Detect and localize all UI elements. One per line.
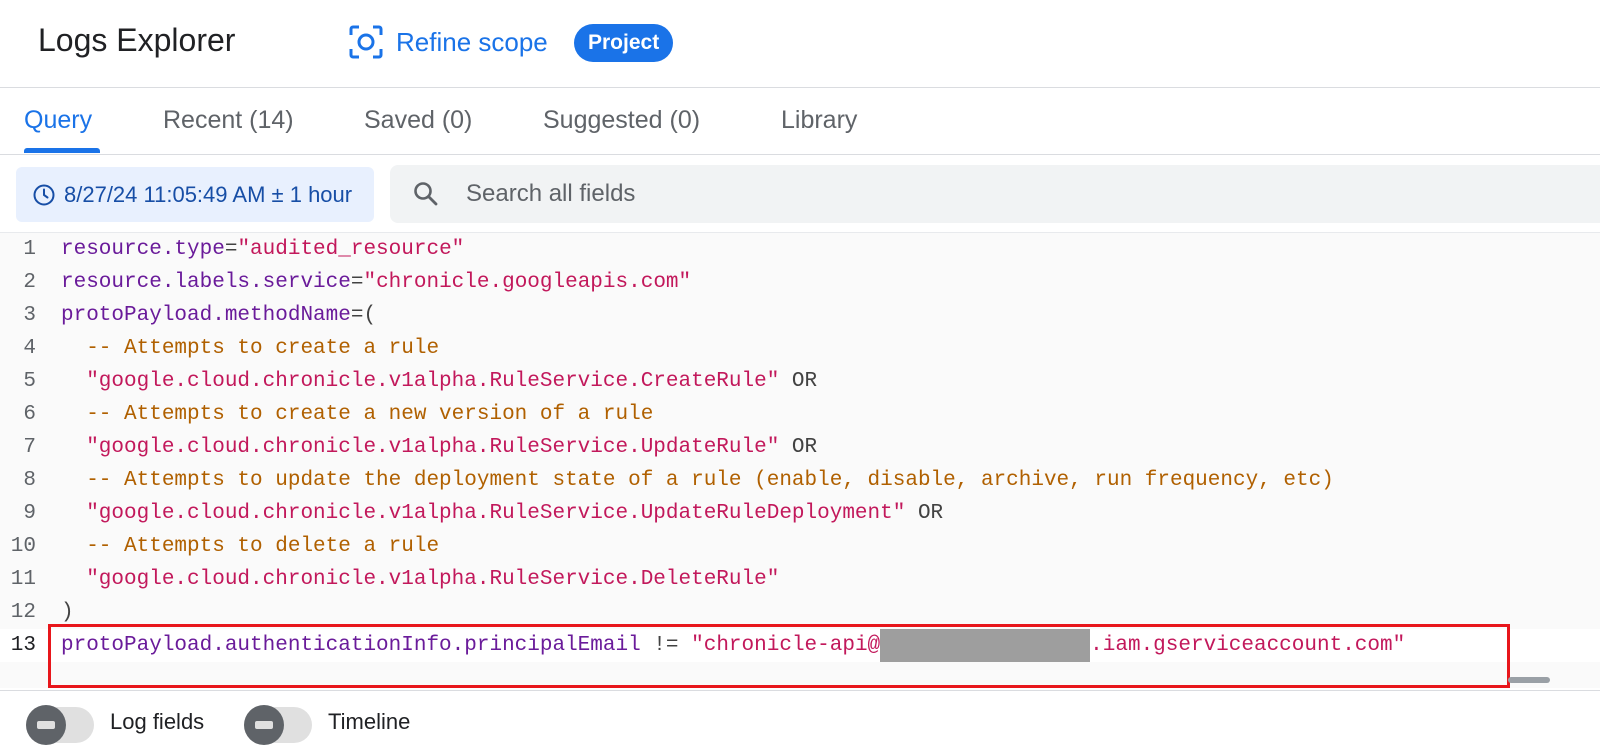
line-number: 7 — [23, 436, 36, 459]
code-comment: -- Attempts to create a rule — [61, 337, 440, 360]
line-number: 5 — [23, 370, 36, 393]
code-comment: -- Attempts to delete a rule — [61, 535, 440, 558]
line-number: 11 — [10, 568, 36, 591]
code-text: -- Attempts to delete a rule — [61, 530, 439, 563]
time-range-button[interactable]: 8/27/24 11:05:49 AM ± 1 hour — [16, 167, 374, 222]
line-number: 12 — [10, 601, 36, 624]
refine-scope-button[interactable]: Refine scope — [348, 22, 548, 62]
timeline-toggle[interactable] — [244, 705, 312, 745]
code-text: resource.labels.service="chronicle.googl… — [61, 266, 691, 299]
code-field: protoPayload.authenticationInfo.principa… — [61, 634, 641, 657]
line-number: 1 — [23, 238, 36, 261]
code-string: "google.cloud.chronicle.v1alpha.RuleServ… — [61, 436, 780, 459]
code-operator: = — [350, 271, 364, 294]
code-operator: OR — [905, 502, 944, 525]
code-text: "google.cloud.chronicle.v1alpha.RuleServ… — [61, 497, 943, 530]
code-line[interactable]: 1 resource.type="audited_resource" — [0, 233, 1600, 266]
top-bar: Logs Explorer Refine scope Project — [0, 0, 1600, 88]
code-text: "google.cloud.chronicle.v1alpha.RuleServ… — [61, 431, 817, 464]
code-comment: -- Attempts to create a new version of a… — [61, 403, 654, 426]
code-operator: ) — [61, 601, 74, 624]
code-field: protoPayload.methodName — [61, 304, 351, 327]
line-number: 3 — [23, 304, 36, 327]
code-field: resource.labels.service — [61, 271, 351, 294]
line-number: 9 — [23, 502, 36, 525]
code-text: -- Attempts to create a new version of a… — [61, 398, 653, 431]
tab-suggested[interactable]: Suggested (0) — [543, 106, 700, 135]
code-string: "google.cloud.chronicle.v1alpha.RuleServ… — [61, 370, 780, 393]
time-range-label: 8/27/24 11:05:49 AM ± 1 hour — [64, 181, 353, 207]
code-text: "google.cloud.chronicle.v1alpha.RuleServ… — [61, 365, 817, 398]
code-operator: =( — [350, 304, 377, 327]
code-line[interactable]: 7 "google.cloud.chronicle.v1alpha.RuleSe… — [0, 431, 1600, 464]
query-editor[interactable]: 1 resource.type="audited_resource" 2 resour… — [0, 232, 1600, 688]
code-line[interactable]: 12) — [0, 596, 1600, 629]
active-tab-indicator — [24, 148, 100, 153]
tab-saved[interactable]: Saved (0) — [364, 106, 472, 135]
line-number: 6 — [23, 403, 36, 426]
line-number: 13 — [10, 634, 36, 657]
code-line[interactable]: 4 -- Attempts to create a rule — [0, 332, 1600, 365]
code-comment: -- Attempts to update the deployment sta… — [61, 469, 1334, 492]
code-text: -- Attempts to create a rule — [61, 332, 439, 365]
code-operator: OR — [779, 436, 818, 459]
line-number: 2 — [23, 271, 36, 294]
code-text: protoPayload.methodName=( — [61, 299, 376, 332]
page-title: Logs Explorer — [38, 22, 236, 58]
line-number: 8 — [23, 469, 36, 492]
code-line[interactable]: 9 "google.cloud.chronicle.v1alpha.RuleSe… — [0, 497, 1600, 530]
search-icon — [414, 182, 438, 206]
log-fields-toggle[interactable] — [26, 705, 94, 745]
code-field: resource.type — [61, 238, 225, 261]
code-line[interactable]: 6 -- Attempts to create a new version of… — [0, 398, 1600, 431]
code-string: "audited_resource" — [237, 238, 465, 261]
tab-query[interactable]: Query — [24, 106, 92, 135]
scope-badge: Project — [574, 24, 674, 62]
code-line[interactable]: 8 -- Attempts to update the deployment s… — [0, 464, 1600, 497]
code-string: "google.cloud.chronicle.v1alpha.RuleServ… — [61, 568, 780, 591]
toggle-knob — [26, 705, 66, 745]
line-number: 10 — [10, 535, 36, 558]
search-input[interactable] — [464, 179, 1468, 209]
code-text: "google.cloud.chronicle.v1alpha.RuleServ… — [61, 563, 779, 596]
code-line[interactable]: 2 resource.labels.service="chronicle.goog… — [0, 266, 1600, 299]
redacted-block — [880, 629, 1091, 662]
tab-library[interactable]: Library — [781, 106, 857, 135]
code-operator: != — [640, 634, 692, 657]
code-line[interactable]: 10 -- Attempts to delete a rule — [0, 530, 1600, 563]
query-tabs: Query Recent (14) Saved (0) Suggested (0… — [0, 88, 1600, 155]
code-string: "google.cloud.chronicle.v1alpha.RuleServ… — [61, 502, 906, 525]
code-line[interactable]: 11 "google.cloud.chronicle.v1alpha.RuleS… — [0, 563, 1600, 596]
code-operator: = — [224, 238, 238, 261]
focus-scope-icon — [349, 25, 383, 59]
code-text: -- Attempts to update the deployment sta… — [61, 464, 1334, 497]
code-string: "chronicle-api@ — [691, 634, 881, 657]
refine-scope-label: Refine scope — [396, 26, 548, 57]
code-text: ) — [61, 596, 74, 629]
code-line[interactable]: 5 "google.cloud.chronicle.v1alpha.RuleSe… — [0, 365, 1600, 398]
code-string: "chronicle.googleapis.com" — [363, 271, 692, 294]
search-bar[interactable] — [390, 165, 1600, 223]
code-text: resource.type="audited_resource" — [61, 233, 464, 266]
log-fields-label: Log fields — [110, 709, 205, 734]
code-text: protoPayload.authenticationInfo.principa… — [61, 629, 1405, 662]
tab-recent[interactable]: Recent (14) — [163, 106, 294, 135]
clock-icon — [33, 184, 55, 205]
code-string: .iam.gserviceaccount.com" — [1090, 634, 1406, 657]
toggle-knob — [244, 705, 284, 745]
horizontal-scrollbar[interactable] — [1508, 677, 1550, 683]
code-line[interactable]: 13 protoPayload.authenticationInfo.princi… — [0, 629, 1600, 662]
timeline-label: Timeline — [328, 709, 411, 734]
code-operator: OR — [779, 370, 818, 393]
view-toggles-bar: Log fields Timeline — [0, 690, 1600, 745]
code-line[interactable]: 3 protoPayload.methodName=( — [0, 299, 1600, 332]
line-number: 4 — [23, 337, 36, 360]
